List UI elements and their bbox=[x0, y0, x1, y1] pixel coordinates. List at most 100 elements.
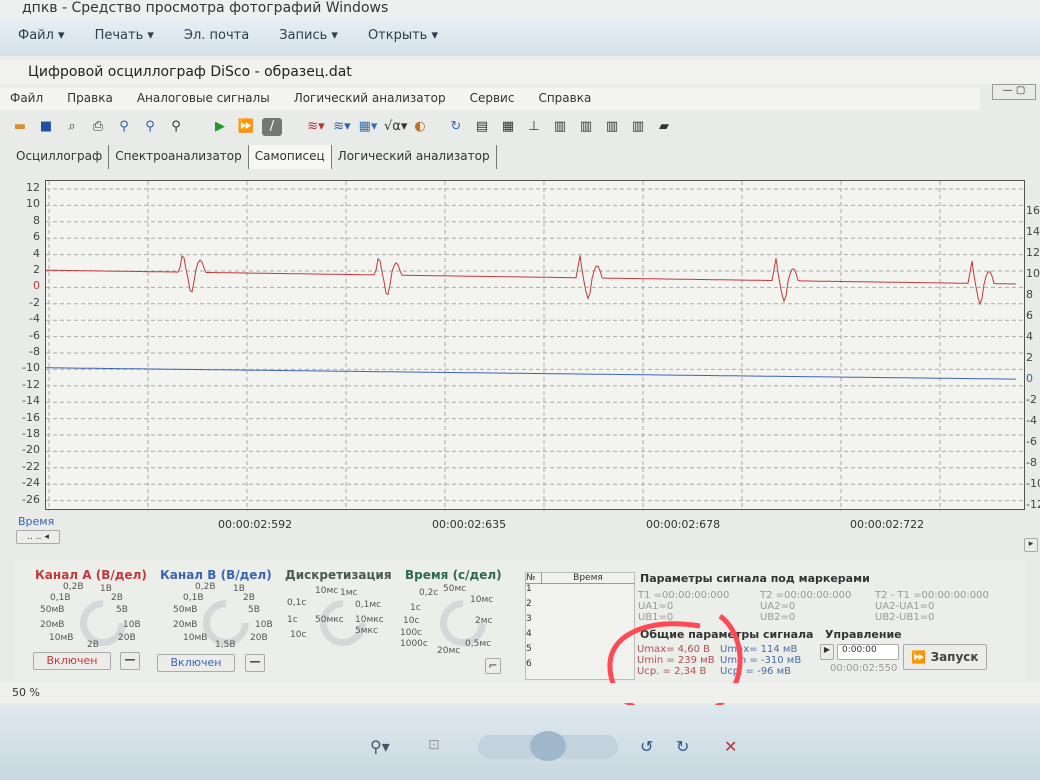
channel-a-umax: Umax= 4,60 В bbox=[637, 644, 710, 655]
left-axis-tick: 4 bbox=[33, 246, 40, 260]
right-axis-tick: 14 bbox=[1026, 225, 1040, 238]
logic-4-icon[interactable]: ▥ bbox=[628, 118, 648, 136]
markers-table[interactable]: № Время 1 2 3 4 5 6 bbox=[525, 572, 635, 680]
zoom-out-icon[interactable]: ⚲ bbox=[140, 118, 160, 136]
scale-label: 10мс bbox=[470, 595, 494, 605]
settings-button[interactable]: ⌐ bbox=[485, 658, 501, 674]
scale-label: 0,1мс bbox=[355, 600, 382, 610]
channel-a-wave-icon[interactable]: ≋▾ bbox=[306, 118, 326, 136]
zoom-in-icon[interactable]: ⚲ bbox=[114, 118, 134, 136]
marker-icon[interactable]: ⊥ bbox=[524, 118, 544, 136]
general-params-title: Общие параметры сигнала bbox=[640, 628, 814, 641]
logic-1-icon[interactable]: ▥ bbox=[550, 118, 570, 136]
channel-b-invert-button[interactable]: — bbox=[245, 654, 265, 672]
time-spinner[interactable]: 0:00:00 bbox=[837, 644, 899, 660]
viewer-controls: ⚲▾ ⊡ ↺ ↻ ✕ bbox=[0, 705, 1040, 780]
menu-service[interactable]: Сервис bbox=[470, 91, 515, 107]
tab-spectrum[interactable]: Спектроанализатор bbox=[109, 145, 249, 169]
calculator-icon[interactable]: ▦▾ bbox=[358, 118, 378, 136]
start-label: Запуск bbox=[930, 650, 979, 664]
scale-label: 0,1В bbox=[50, 593, 71, 603]
menu-edit[interactable]: Правка bbox=[67, 91, 113, 107]
scale-label: 2мс bbox=[475, 616, 493, 626]
table-row[interactable]: 6 bbox=[526, 659, 634, 674]
table-row[interactable]: 3 bbox=[526, 614, 634, 629]
zoom-fit-icon[interactable]: ⚲ bbox=[166, 118, 186, 136]
scroll-buttons[interactable]: .. .. ◂ bbox=[16, 530, 60, 544]
chip-icon[interactable]: ▰ bbox=[654, 118, 674, 136]
sound-icon[interactable]: ◐ bbox=[410, 118, 430, 136]
zoom-icon[interactable]: ⚲▾ bbox=[370, 737, 390, 756]
viewer-menu-open[interactable]: Открыть ▾ bbox=[368, 28, 438, 48]
table-row[interactable]: 4 bbox=[526, 629, 634, 644]
left-axis-tick: -8 bbox=[29, 345, 40, 358]
open-icon[interactable]: ▬ bbox=[10, 118, 30, 136]
scale-label: 10мВ bbox=[183, 633, 208, 643]
left-axis-tick: -16 bbox=[22, 410, 40, 424]
viewer-menu-print[interactable]: Печать ▾ bbox=[95, 28, 154, 48]
viewer-menu-burn[interactable]: Запись ▾ bbox=[279, 28, 338, 48]
play-icon[interactable]: ▶ bbox=[210, 118, 230, 136]
channel-b-wave-icon[interactable]: ≋▾ bbox=[332, 118, 352, 136]
plot-area[interactable] bbox=[45, 180, 1026, 511]
tab-logic-analyzer[interactable]: Логический анализатор bbox=[332, 145, 497, 169]
col-header-number: № bbox=[526, 573, 542, 583]
elapsed-time: 00:00:02:550 bbox=[830, 663, 898, 674]
left-axis-tick: 2 bbox=[33, 263, 40, 276]
viewer-menu-file[interactable]: Файл ▾ bbox=[18, 28, 65, 48]
actual-size-icon[interactable]: ⊡ bbox=[428, 737, 440, 753]
scale-label: 10мс bbox=[315, 586, 339, 596]
table-icon[interactable]: ▤ bbox=[472, 118, 492, 136]
menu-logic[interactable]: Логический анализатор bbox=[294, 91, 446, 107]
refresh-icon[interactable]: ↻ bbox=[446, 118, 466, 136]
fast-forward-icon[interactable]: ⏩ bbox=[236, 118, 256, 136]
print-icon[interactable]: ⎙ bbox=[88, 118, 108, 136]
save-icon[interactable]: ■ bbox=[36, 118, 56, 136]
scale-label: 50мкс bbox=[315, 615, 344, 625]
grid-icon[interactable]: ▦ bbox=[498, 118, 518, 136]
table-row[interactable]: 1 bbox=[526, 584, 634, 599]
rotate-right-icon[interactable]: ↻ bbox=[676, 737, 689, 756]
right-axis-tick: 10 bbox=[1026, 267, 1040, 280]
window-controls[interactable]: — ▢ bbox=[992, 84, 1036, 100]
toolbar: ▬ ■ ⌕ ⎙ ⚲ ⚲ ⚲ ▶ ⏩ / ≋▾ ≋▾ ▦▾ √α▾ ◐ ↻ ▤ ▦… bbox=[10, 113, 1040, 141]
menu-help[interactable]: Справка bbox=[538, 91, 591, 107]
channel-b-enable-button[interactable]: Включен bbox=[157, 654, 235, 672]
rotate-left-icon[interactable]: ↺ bbox=[640, 737, 653, 756]
status-bar: 50 % bbox=[0, 683, 1040, 703]
start-button[interactable]: ⏩ Запуск bbox=[903, 644, 987, 670]
scale-label: 50мВ bbox=[173, 605, 198, 615]
scale-label: 0,2В bbox=[63, 582, 84, 592]
viewer-menu-email[interactable]: Эл. почта bbox=[184, 28, 249, 48]
menu-file[interactable]: Файл bbox=[10, 91, 43, 107]
scale-label: 5В bbox=[116, 605, 128, 615]
menu-analog[interactable]: Аналоговые сигналы bbox=[137, 91, 270, 107]
delete-icon[interactable]: ✕ bbox=[724, 737, 737, 756]
print-preview-icon[interactable]: ⌕ bbox=[62, 118, 82, 136]
logic-3-icon[interactable]: ▥ bbox=[602, 118, 622, 136]
control-title: Управление bbox=[825, 628, 902, 641]
dt-value: T2 - T1 =00:00:00:000 bbox=[875, 590, 989, 601]
channel-a-enable-button[interactable]: Включен bbox=[33, 652, 111, 670]
scale-label: 2В bbox=[87, 640, 99, 650]
scroll-right-button[interactable]: ▸ bbox=[1024, 538, 1038, 552]
scale-label: 10В bbox=[123, 620, 141, 630]
scale-label: 0,1В bbox=[183, 593, 204, 603]
stop-icon[interactable]: / bbox=[262, 118, 282, 136]
play-button[interactable]: ▶ bbox=[820, 644, 834, 660]
scale-label: 10с bbox=[290, 630, 307, 640]
table-row[interactable]: 5 bbox=[526, 644, 634, 659]
right-axis-tick: 16 bbox=[1026, 204, 1040, 217]
slideshow-button[interactable] bbox=[530, 731, 566, 761]
logic-2-icon[interactable]: ▥ bbox=[576, 118, 596, 136]
tab-oscilloscope[interactable]: Осциллограф bbox=[10, 145, 110, 169]
x-axis-tick: 00:00:02:678 bbox=[646, 518, 721, 531]
scale-label: 0,5мс bbox=[465, 639, 492, 649]
tab-recorder[interactable]: Самописец bbox=[248, 145, 332, 169]
channel-a-invert-button[interactable]: — bbox=[120, 652, 140, 670]
table-row[interactable]: 2 bbox=[526, 599, 634, 614]
scale-label: 50мс bbox=[443, 584, 467, 594]
left-axis-tick: -12 bbox=[22, 377, 40, 391]
sqrt-icon[interactable]: √α▾ bbox=[384, 118, 407, 136]
right-axis-tick: 0 bbox=[1026, 372, 1033, 385]
